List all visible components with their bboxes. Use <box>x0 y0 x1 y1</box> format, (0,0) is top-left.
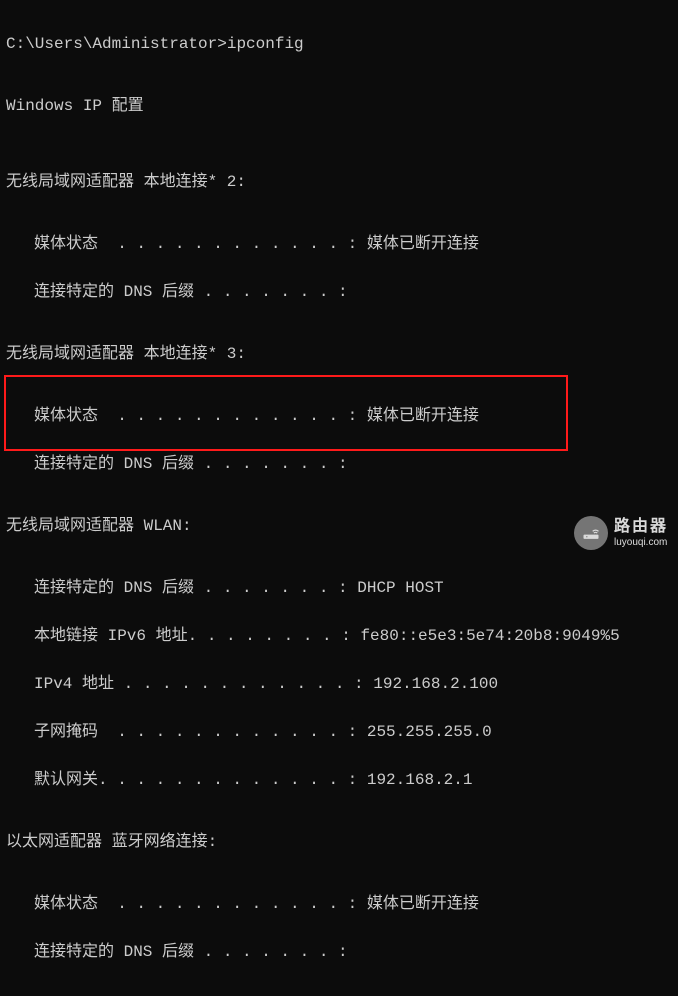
watermark-text: 路由器 luyouqi.com <box>614 517 668 548</box>
adapter-title-0: 无线局域网适配器 本地连接* 2: <box>6 170 672 194</box>
field-label: 子网掩码 . . . . . . . . . . . . : <box>34 723 357 741</box>
field-label: 媒体状态 . . . . . . . . . . . . : <box>34 407 357 425</box>
adapter-title-1: 无线局域网适配器 本地连接* 3: <box>6 342 672 366</box>
field-label: 连接特定的 DNS 后缀 . . . . . . . : <box>34 943 348 961</box>
field-value: 192.168.2.1 <box>357 771 472 789</box>
field-ipv4-address: IPv4 地址 . . . . . . . . . . . . : 192.16… <box>6 672 672 696</box>
field-label: 连接特定的 DNS 后缀 . . . . . . . : <box>34 579 348 597</box>
field-label: 默认网关. . . . . . . . . . . . . : <box>34 771 357 789</box>
field-value: 媒体已断开连接 <box>357 235 479 253</box>
field-line: 本地链接 IPv6 地址. . . . . . . . : fe80::e5e3… <box>6 624 672 648</box>
field-subnet-mask: 子网掩码 . . . . . . . . . . . . : 255.255.2… <box>6 720 672 744</box>
field-label: IPv4 地址 . . . . . . . . . . . . : <box>34 675 364 693</box>
field-default-gateway: 默认网关. . . . . . . . . . . . . : 192.168.… <box>6 768 672 792</box>
field-label: 本地链接 IPv6 地址. . . . . . . . : <box>34 627 351 645</box>
header-line: Windows IP 配置 <box>6 94 672 118</box>
field-value: DHCP HOST <box>348 579 444 597</box>
command-text: ipconfig <box>227 35 304 53</box>
field-value: 媒体已断开连接 <box>357 407 479 425</box>
field-label: 媒体状态 . . . . . . . . . . . . : <box>34 895 357 913</box>
adapter-title-3: 以太网适配器 蓝牙网络连接: <box>6 830 672 854</box>
field-value: 192.168.2.100 <box>364 675 498 693</box>
field-label: 连接特定的 DNS 后缀 . . . . . . . : <box>34 455 348 473</box>
field-value: fe80::e5e3:5e74:20b8:9049%5 <box>351 627 620 645</box>
field-line: 连接特定的 DNS 后缀 . . . . . . . : <box>6 452 672 476</box>
watermark-cn: 路由器 <box>614 517 668 536</box>
router-icon <box>574 516 608 550</box>
field-line: 媒体状态 . . . . . . . . . . . . : 媒体已断开连接 <box>6 892 672 916</box>
terminal-output: C:\Users\Administrator>ipconfig Windows … <box>0 0 678 996</box>
watermark: 路由器 luyouqi.com <box>574 516 668 550</box>
field-line: 连接特定的 DNS 后缀 . . . . . . . : <box>6 940 672 964</box>
field-value: 255.255.255.0 <box>357 723 491 741</box>
field-line: 媒体状态 . . . . . . . . . . . . : 媒体已断开连接 <box>6 232 672 256</box>
field-line: 连接特定的 DNS 后缀 . . . . . . . : DHCP HOST <box>6 576 672 600</box>
field-value: 媒体已断开连接 <box>357 895 479 913</box>
prompt-line: C:\Users\Administrator>ipconfig <box>6 32 672 56</box>
field-label: 连接特定的 DNS 后缀 . . . . . . . : <box>34 283 348 301</box>
adapter-title-2: 无线局域网适配器 WLAN: <box>6 514 672 538</box>
field-line: 媒体状态 . . . . . . . . . . . . : 媒体已断开连接 <box>6 404 672 428</box>
prompt-path: C:\Users\Administrator> <box>6 35 227 53</box>
field-line: 连接特定的 DNS 后缀 . . . . . . . : <box>6 280 672 304</box>
watermark-en: luyouqi.com <box>614 537 668 549</box>
field-label: 媒体状态 . . . . . . . . . . . . : <box>34 235 357 253</box>
